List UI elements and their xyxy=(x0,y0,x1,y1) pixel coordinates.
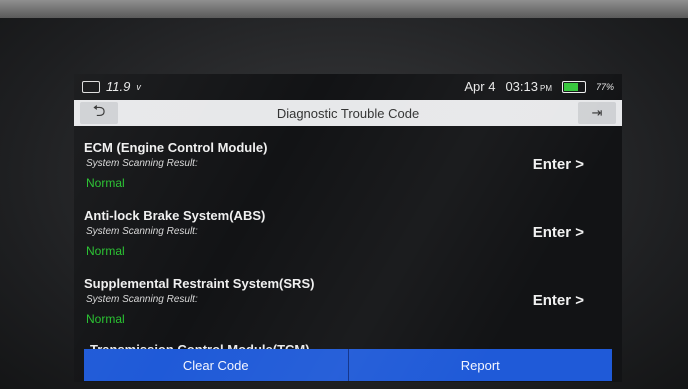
system-item-srs: Supplemental Restraint System(SRS) Syste… xyxy=(74,268,622,336)
footer-bar: Clear Code Report xyxy=(84,349,612,381)
vehicle-battery-icon xyxy=(82,80,100,93)
exit-button[interactable]: ⇥ xyxy=(578,102,616,124)
header-bar: ⮌ Diagnostic Trouble Code ⇥ xyxy=(74,100,622,126)
screen: 11.9 v Apr 4 03:13 PM 77% ⮌ Diagnostic Tr… xyxy=(74,74,622,382)
system-name: Anti-lock Brake System(ABS) xyxy=(84,208,266,223)
clear-code-button[interactable]: Clear Code xyxy=(84,349,348,381)
voltage-unit: v xyxy=(136,81,141,92)
scan-result-status: Normal xyxy=(86,176,125,190)
status-left: 11.9 v xyxy=(82,79,141,94)
enter-button-srs[interactable]: Enter > xyxy=(533,292,584,309)
system-name: Supplemental Restraint System(SRS) xyxy=(84,276,315,291)
page-title: Diagnostic Trouble Code xyxy=(276,106,420,121)
scan-result-status: Normal xyxy=(86,312,125,326)
enter-button-ecm[interactable]: Enter > xyxy=(533,156,584,173)
battery-percentage: 77% xyxy=(595,81,614,92)
system-item-abs: Anti-lock Brake System(ABS) System Scann… xyxy=(74,200,622,268)
tablet-device: 11.9 v Apr 4 03:13 PM 77% ⮌ Diagnostic Tr… xyxy=(0,0,688,389)
scan-result-label: System Scanning Result: xyxy=(86,158,198,169)
status-time-group: 03:13 PM xyxy=(505,79,552,94)
status-date: Apr 4 xyxy=(464,79,496,94)
exit-icon: ⇥ xyxy=(591,105,603,120)
scan-result-label: System Scanning Result: xyxy=(86,226,198,237)
system-name: ECM (Engine Control Module) xyxy=(84,140,268,155)
device-bezel xyxy=(0,0,688,18)
system-item-ecm: ECM (Engine Control Module) System Scann… xyxy=(74,132,622,200)
status-bar: 11.9 v Apr 4 03:13 PM 77% xyxy=(74,74,622,100)
scan-result-label: System Scanning Result: xyxy=(86,294,198,305)
status-ampm: PM xyxy=(539,84,552,93)
system-list: ECM (Engine Control Module) System Scann… xyxy=(74,132,622,336)
scan-result-status: Normal xyxy=(86,244,125,258)
enter-button-abs[interactable]: Enter > xyxy=(533,224,584,241)
status-time: 03:13 xyxy=(505,79,538,94)
report-button[interactable]: Report xyxy=(347,349,612,381)
battery-icon xyxy=(561,80,586,93)
voltage-value: 11.9 xyxy=(106,79,131,94)
status-right: Apr 4 03:13 PM 77% xyxy=(464,79,614,94)
